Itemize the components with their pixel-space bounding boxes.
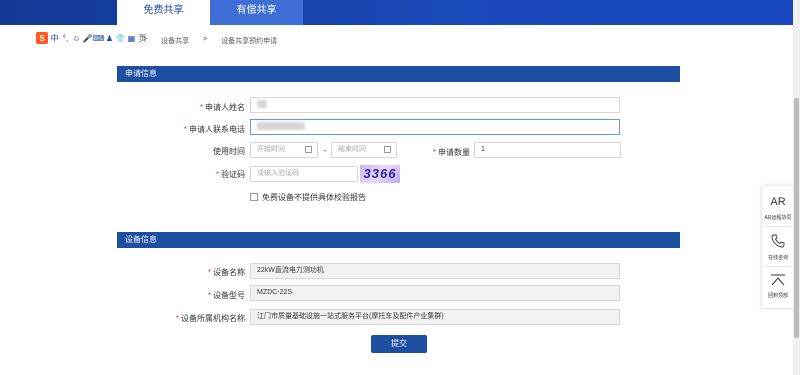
device-name-label: * 设备名称 bbox=[207, 268, 245, 277]
captcha-image[interactable]: 3366 bbox=[360, 165, 400, 183]
time-range-dash: - bbox=[323, 146, 327, 155]
no-report-checkbox[interactable] bbox=[250, 193, 258, 201]
back-to-top-label[interactable]: 回到顶部 bbox=[762, 292, 794, 299]
phone-icon[interactable] bbox=[762, 234, 794, 250]
usage-time-label: 使用时间 bbox=[213, 147, 245, 156]
section-header-device: 设备信息 bbox=[117, 232, 680, 248]
punctuation-icon[interactable]: °, bbox=[61, 34, 70, 43]
floating-side-panel: AR AR远程协同 在线咨询 回到顶部 bbox=[762, 186, 794, 308]
calendar-icon bbox=[305, 146, 312, 153]
quantity-label: * 申请数量 bbox=[432, 148, 470, 157]
end-time-input[interactable]: 结束时间 bbox=[331, 142, 397, 158]
breadcrumb-separator: > bbox=[143, 36, 148, 43]
captcha-input[interactable]: 请输入验证码 bbox=[250, 166, 358, 182]
submit-button[interactable]: 提交 bbox=[371, 335, 427, 353]
back-to-top-icon[interactable] bbox=[762, 274, 794, 288]
online-consult-label[interactable]: 在线咨询 bbox=[762, 254, 794, 261]
applicant-name-label: * 申请人姓名 bbox=[199, 103, 245, 112]
user-icon[interactable]: ♟ bbox=[105, 34, 114, 43]
applicant-phone-input[interactable] bbox=[250, 119, 620, 135]
sogou-logo-icon[interactable]: S bbox=[36, 32, 48, 44]
breadcrumb-separator: > bbox=[203, 36, 208, 43]
device-model-field: MZDC-22S bbox=[250, 285, 620, 301]
calendar-icon bbox=[384, 146, 391, 153]
captcha-label: * 验证码 bbox=[215, 170, 245, 179]
scrollbar-thumb[interactable] bbox=[794, 98, 799, 338]
device-org-field: 江门市质量基础设施一站式服务平台(摩托车及配件产业集群) bbox=[250, 309, 620, 325]
chinese-mode-icon[interactable]: 中 bbox=[50, 34, 59, 43]
microphone-icon[interactable]: 🎤 bbox=[83, 34, 93, 43]
keyboard-icon[interactable]: ⌨ bbox=[93, 34, 105, 43]
device-org-label: * 设备所属机构名称 bbox=[175, 314, 245, 323]
applicant-phone-label: * 申请人联系电话 bbox=[183, 125, 245, 134]
grid-menu-icon[interactable]: ▦ bbox=[127, 34, 136, 43]
ar-remote-label[interactable]: AR远程协同 bbox=[762, 214, 794, 221]
device-model-label: * 设备型号 bbox=[207, 291, 245, 300]
quantity-input[interactable]: 1 bbox=[474, 142, 621, 158]
section-header-application: 申请信息 bbox=[117, 66, 680, 82]
ime-toolbar: S 中 °, ☺ 🎤 ⌨ ♟ 👕 ▦ 页 bbox=[36, 32, 147, 44]
no-report-checkbox-label[interactable]: 免费设备不提供具体校验报告 bbox=[262, 192, 366, 203]
tab-paid-share[interactable]: 有偿共享 bbox=[210, 0, 303, 25]
breadcrumb-item-current: 设备共享预约申请 bbox=[221, 38, 278, 45]
applicant-name-input[interactable] bbox=[250, 97, 620, 113]
start-time-input[interactable]: 开始时间 bbox=[250, 142, 318, 158]
breadcrumb: > 设备共享 > 设备共享预约申请 bbox=[143, 36, 277, 46]
ar-icon[interactable]: AR bbox=[762, 196, 794, 208]
device-name-field: 22kW直流电力测功机 bbox=[250, 263, 620, 279]
skin-icon[interactable]: 👕 bbox=[116, 34, 126, 43]
tab-free-share[interactable]: 免费共享 bbox=[117, 0, 210, 25]
breadcrumb-item-device-share[interactable]: 设备共享 bbox=[161, 36, 189, 46]
emoji-icon[interactable]: ☺ bbox=[72, 34, 81, 43]
